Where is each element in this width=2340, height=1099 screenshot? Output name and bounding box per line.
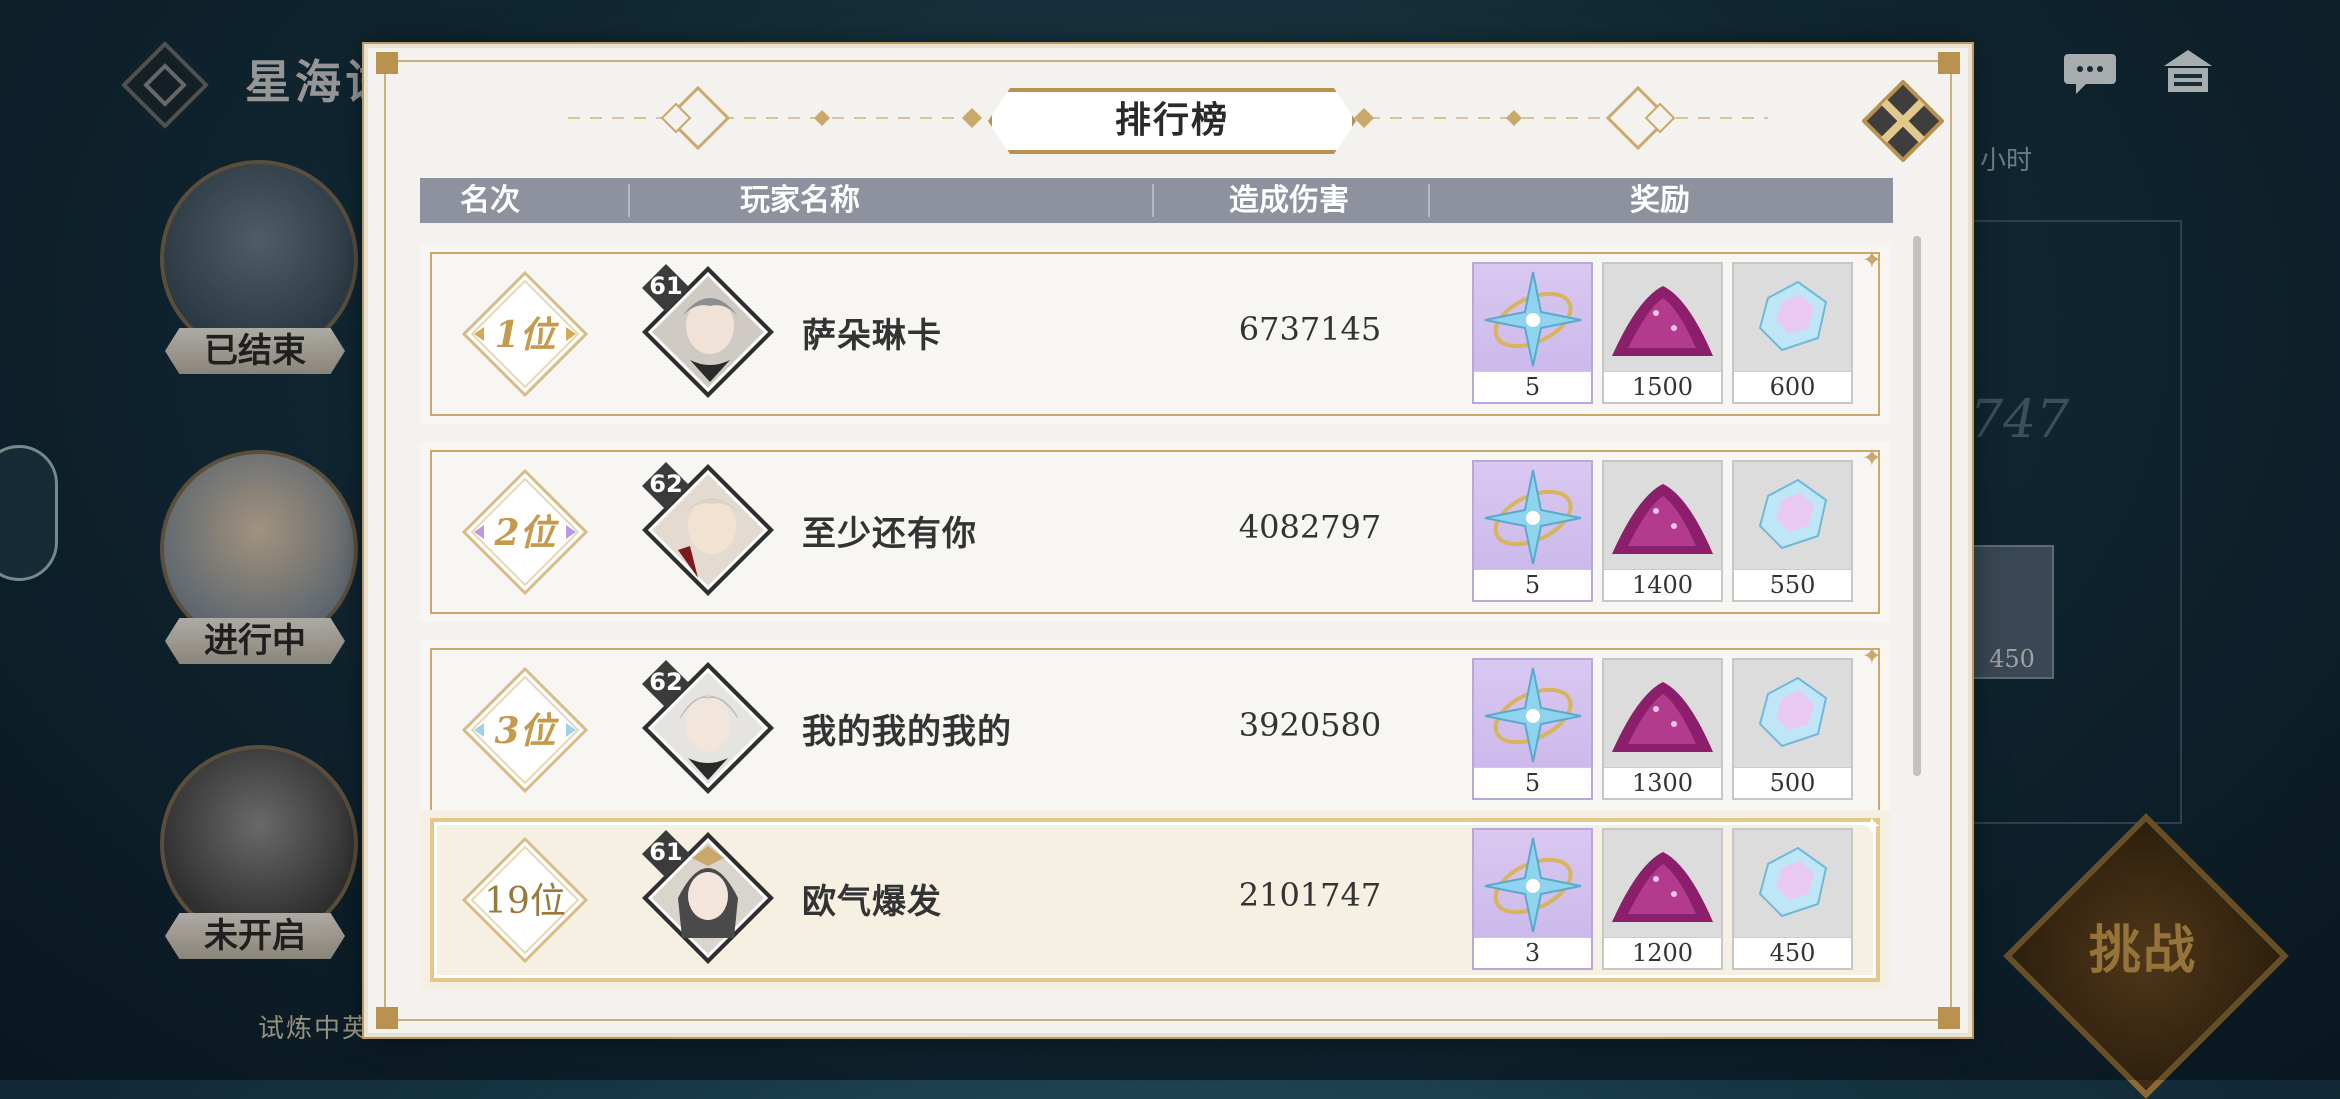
reward-quantity: 5 — [1474, 767, 1591, 798]
leaderboard-row[interactable]: ✦ 1位 61 萨朵琳卡 6737145 5 1500 600 — [420, 244, 1890, 424]
column-rank: 名次 — [460, 183, 520, 218]
rank-label: 2位 — [494, 512, 556, 554]
modal-title: 排行榜 — [988, 88, 1356, 154]
player-name: 我的我的我的 — [802, 712, 1012, 752]
rank-label: 3位 — [494, 710, 556, 752]
reward-item[interactable]: 1200 — [1602, 828, 1723, 970]
reward-quantity: 1500 — [1604, 371, 1721, 402]
reward-quantity: 1300 — [1604, 767, 1721, 798]
crystal-icon — [1758, 280, 1828, 352]
player-level: 61 — [649, 272, 683, 300]
sparkle-icon: ✦ — [1861, 246, 1882, 274]
purple-dust-icon — [1612, 852, 1713, 922]
player-level: 61 — [649, 838, 683, 866]
reward-item[interactable]: 5 — [1472, 460, 1593, 602]
reward-quantity: 5 — [1474, 569, 1591, 600]
reward-item[interactable]: 5 — [1472, 658, 1593, 800]
damage-value: 4082797 — [1238, 508, 1382, 546]
list-scrollbar[interactable] — [1913, 236, 1921, 776]
player-level: 62 — [649, 470, 683, 498]
damage-value: 6737145 — [1238, 310, 1382, 348]
reward-list: 5 1500 600 — [1472, 262, 1857, 404]
reward-quantity: 550 — [1734, 569, 1851, 600]
reward-item[interactable]: 3 — [1472, 828, 1593, 970]
reward-item[interactable]: 550 — [1732, 460, 1853, 602]
corner-ornament — [1938, 52, 1960, 74]
reward-quantity: 1400 — [1604, 569, 1721, 600]
reward-item[interactable]: 450 — [1732, 828, 1853, 970]
rank-label: 19位 — [484, 881, 566, 922]
star-compass-icon — [1484, 469, 1582, 565]
purple-dust-icon — [1612, 682, 1713, 752]
reward-quantity: 3 — [1474, 937, 1591, 968]
reward-item[interactable]: 1300 — [1602, 658, 1723, 800]
rank-label: 1位 — [494, 314, 556, 356]
reward-list: 5 1300 500 — [1472, 658, 1857, 800]
corner-ornament — [376, 1007, 398, 1029]
reward-item[interactable]: 1500 — [1602, 262, 1723, 404]
leaderboard-list[interactable]: ✦ 1位 61 萨朵琳卡 6737145 5 1500 600 ✦ 2位 62 … — [420, 244, 1890, 844]
reward-quantity: 450 — [1734, 937, 1851, 968]
reward-list: 5 1400 550 — [1472, 460, 1857, 602]
leaderboard-row[interactable]: ✦ 3位 62 我的我的我的 3920580 5 1300 500 — [420, 640, 1890, 820]
player-name: 至少还有你 — [802, 514, 977, 554]
close-icon[interactable] — [1862, 80, 1944, 162]
star-compass-icon — [1484, 837, 1582, 933]
modal-header: 排行榜 — [368, 78, 1968, 158]
scrollbar-thumb[interactable] — [1913, 236, 1921, 776]
reward-quantity: 500 — [1734, 767, 1851, 798]
player-name: 萨朵琳卡 — [802, 316, 942, 356]
title-ornament-right — [1354, 85, 1768, 151]
crystal-icon — [1758, 676, 1828, 748]
star-compass-icon — [1484, 271, 1582, 367]
corner-ornament — [376, 52, 398, 74]
purple-dust-icon — [1612, 286, 1713, 356]
sparkle-icon: ✦ — [1861, 812, 1882, 840]
damage-value: 2101747 — [1238, 876, 1382, 914]
player-level: 62 — [649, 668, 683, 696]
damage-value: 3920580 — [1238, 706, 1382, 744]
reward-quantity: 5 — [1474, 371, 1591, 402]
column-reward: 奖励 — [1630, 183, 1690, 218]
crystal-icon — [1758, 478, 1828, 550]
reward-list: 3 1200 450 — [1472, 828, 1857, 970]
column-player-name: 玩家名称 — [740, 183, 860, 218]
leaderboard-modal: 排行榜 名次 玩家名称 造成伤害 奖励 ✦ 1位 61 萨朵琳卡 6737145… — [368, 48, 1968, 1033]
sparkle-icon: ✦ — [1861, 642, 1882, 670]
leaderboard-row[interactable]: ✦ 2位 62 至少还有你 4082797 5 1400 550 — [420, 442, 1890, 622]
sparkle-icon: ✦ — [1861, 444, 1882, 472]
star-compass-icon — [1484, 667, 1582, 763]
reward-item[interactable]: 500 — [1732, 658, 1853, 800]
player-name: 欧气爆发 — [802, 882, 942, 922]
column-damage: 造成伤害 — [1229, 183, 1349, 218]
reward-item[interactable]: 5 — [1472, 262, 1593, 404]
reward-item[interactable]: 1400 — [1602, 460, 1723, 602]
purple-dust-icon — [1612, 484, 1713, 554]
reward-quantity: 600 — [1734, 371, 1851, 402]
corner-ornament — [1938, 1007, 1960, 1029]
reward-quantity: 1200 — [1604, 937, 1721, 968]
crystal-icon — [1758, 846, 1828, 918]
title-ornament-left — [568, 85, 982, 151]
my-rank-row[interactable]: ✦ 19位 61 欧气爆发 2101747 3 1200 450 — [420, 810, 1890, 990]
reward-item[interactable]: 600 — [1732, 262, 1853, 404]
leaderboard-header: 名次 玩家名称 造成伤害 奖励 — [420, 178, 1893, 223]
